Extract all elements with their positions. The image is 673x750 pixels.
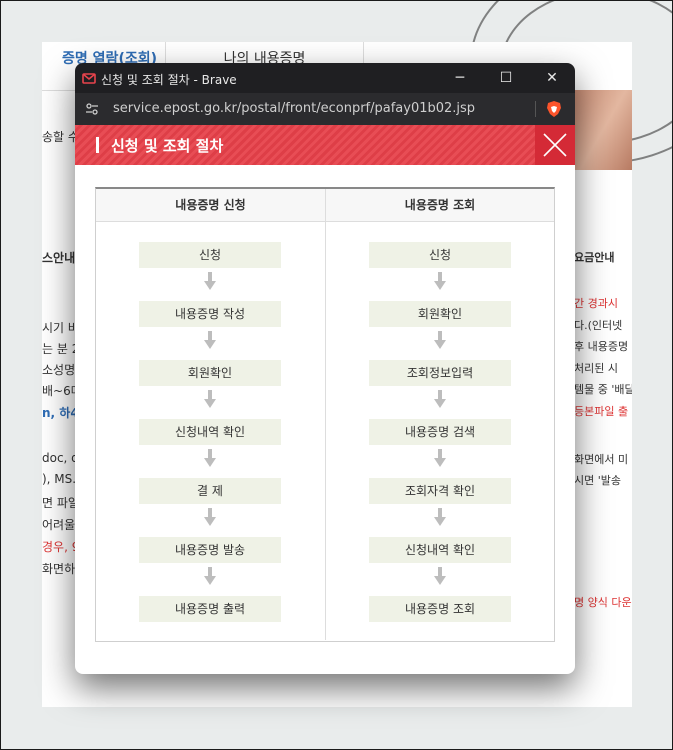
flow-step: 조회정보입력 (369, 360, 511, 386)
dialog-title: 신청 및 조회 절차 (111, 137, 224, 155)
window-close-button[interactable]: ✕ (529, 63, 575, 93)
arrow-down-icon (204, 272, 216, 290)
minimize-button[interactable]: ─ (437, 63, 483, 93)
flow-step: 내용증명 출력 (139, 596, 281, 622)
header-accent-bar (96, 137, 99, 153)
left-fragment: 소성명, (42, 363, 79, 377)
flow-step: 결 제 (139, 478, 281, 504)
right-fragment: 간 경과시 (574, 297, 618, 310)
flow-step: 내용증명 조회 (369, 596, 511, 622)
left-fragment: 경우, 9 (42, 540, 80, 554)
url-text[interactable]: service.epost.go.kr/postal/front/econprf… (113, 101, 475, 116)
window-title: 신청 및 조회 절차 - Brave (101, 73, 237, 87)
flow-step: 내용증명 발송 (139, 537, 281, 563)
arrow-down-icon (204, 390, 216, 408)
left-fragment: ), MS. (42, 472, 77, 486)
flow-step: 신청 (139, 242, 281, 268)
arrow-down-icon (434, 272, 446, 290)
right-fragment: 요금안내 (574, 251, 615, 264)
arrow-down-icon (434, 449, 446, 467)
arrow-down-icon (204, 449, 216, 467)
flow-step: 회원확인 (139, 360, 281, 386)
site-settings-icon[interactable] (85, 102, 99, 116)
address-bar[interactable]: service.epost.go.kr/postal/front/econprf… (75, 93, 575, 125)
arrow-down-icon (434, 331, 446, 349)
flow-step: 내용증명 작성 (139, 301, 281, 327)
background-right-text: 요금안내간 경과시다.(인터넷후 내용증명처리된 시템물 중 '배달등본파일 출… (574, 42, 632, 707)
right-fragment: 템물 중 '배달 (574, 383, 632, 396)
flow-step: 회원확인 (369, 301, 511, 327)
left-fragment: 송할 수 (42, 130, 79, 144)
window-titlebar[interactable]: 신청 및 조회 절차 - Brave ─ ☐ ✕ (75, 63, 575, 93)
arrow-down-icon (204, 331, 216, 349)
right-fragment: 화면에서 미 (574, 453, 629, 466)
maximize-button[interactable]: ☐ (483, 63, 529, 93)
column-header-inquiry: 내용증명 조회 (404, 198, 476, 212)
column-divider (325, 189, 326, 640)
address-bar-divider (535, 101, 536, 117)
flow-step: 신청내역 확인 (139, 419, 281, 445)
close-icon (543, 133, 567, 157)
procedure-table: 내용증명 신청 내용증명 조회 신청 내용증명 작성 회원확인 신청내역 확인 결 제내… (95, 187, 555, 642)
brave-shields-icon[interactable] (545, 100, 563, 118)
left-fragment: 시기 바 (42, 321, 79, 335)
flow-step: 내용증명 검색 (369, 419, 511, 445)
right-fragment: 다.(인터넷 (574, 319, 623, 332)
dialog-close-button[interactable] (535, 125, 575, 165)
left-fragment: doc, d (42, 451, 79, 465)
left-fragment: 면 파일 (42, 496, 79, 510)
arrow-down-icon (434, 390, 446, 408)
column-header-apply: 내용증명 신청 (175, 198, 246, 212)
left-fragment: 스안내 (42, 251, 76, 265)
left-fragment: 는 분 2 (42, 342, 80, 356)
left-fragment: 화면하 (42, 562, 76, 576)
right-fragment: 등본파일 출 (574, 405, 629, 418)
arrow-down-icon (434, 508, 446, 526)
dialog-header: 신청 및 조회 절차 (75, 125, 575, 165)
flow-step: 신청내역 확인 (369, 537, 511, 563)
right-fragment: 시면 '발송 (574, 474, 622, 487)
browser-popup-window: 신청 및 조회 절차 - Brave ─ ☐ ✕ service.epost.g… (75, 63, 575, 674)
arrow-down-icon (204, 567, 216, 585)
epost-favicon-icon (82, 73, 96, 84)
right-fragment: 명 양식 다운 (574, 596, 632, 609)
right-fragment: 후 내용증명 (574, 340, 629, 353)
flow-step: 조회자격 확인 (369, 478, 511, 504)
flow-step: 신청 (369, 242, 511, 268)
arrow-down-icon (434, 567, 446, 585)
arrow-down-icon (204, 508, 216, 526)
right-fragment: 처리된 시 (574, 362, 618, 375)
